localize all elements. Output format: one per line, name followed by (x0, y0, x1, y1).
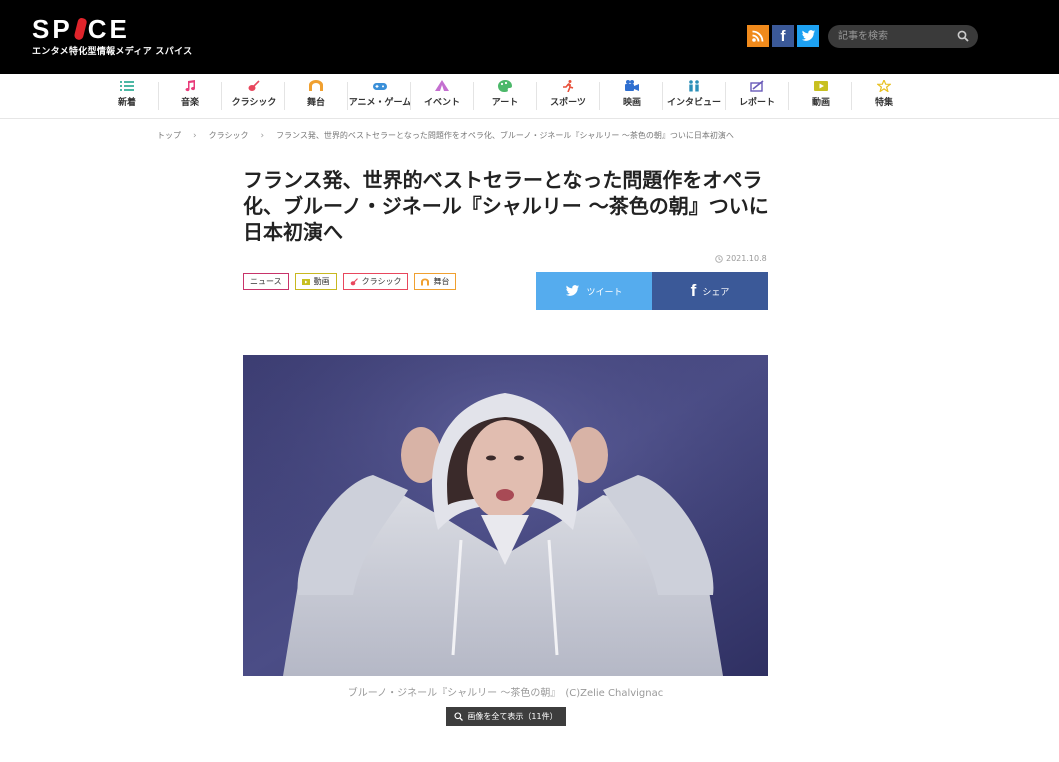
tag-label: ニュース (250, 277, 282, 286)
search-icon[interactable] (957, 30, 969, 42)
nav-event[interactable]: イベント (422, 80, 462, 112)
search-box (828, 25, 978, 48)
nav-report[interactable]: レポート (737, 80, 777, 112)
music-note-icon (185, 80, 196, 92)
logo-tagline: エンタメ特化型情報メディア スパイス (32, 47, 193, 57)
report-icon (750, 80, 764, 92)
article-title: フランス発、世界的ベストセラーとなった問題作をオペラ化、ブルーノ・ジネール『シャ… (243, 168, 769, 244)
tag-label: 舞台 (433, 277, 450, 286)
tweet-label: ツイート (586, 287, 623, 298)
chevron-right-icon: › (260, 130, 265, 141)
tag-list: ニュース 動画 クラシック 舞台 (243, 273, 457, 290)
nav-label: 音楽 (180, 98, 199, 108)
tweet-button[interactable]: ツイート (536, 272, 652, 310)
palette-icon (498, 80, 512, 92)
tag-stage[interactable]: 舞台 (414, 273, 457, 290)
star-icon (877, 80, 891, 92)
nav-label: アート (491, 98, 519, 108)
nav-movie[interactable]: 映画 (616, 80, 648, 112)
tag-label: クラシック (361, 277, 402, 286)
tag-video[interactable]: 動画 (294, 273, 337, 290)
tag-classic[interactable]: クラシック (342, 273, 409, 290)
twitter-icon (566, 285, 580, 296)
nav-label: 映画 (622, 98, 641, 108)
clock-icon (715, 254, 723, 263)
nav-label: 舞台 (306, 98, 325, 108)
interview-icon (689, 80, 699, 92)
breadcrumb-top[interactable]: トップ (157, 130, 181, 141)
twitter-icon[interactable] (797, 25, 819, 47)
search-input[interactable] (838, 28, 948, 45)
nav-new[interactable]: 新着 (111, 80, 143, 112)
nav-classic[interactable]: クラシック (229, 80, 279, 112)
facebook-icon[interactable]: f (772, 25, 794, 47)
tent-icon (435, 80, 449, 91)
site-header: SP CE エンタメ特化型情報メディア スパイス f (0, 0, 1059, 74)
list-icon (120, 81, 134, 91)
video-icon (814, 81, 828, 91)
nav-label: クラシック (231, 98, 277, 108)
video-icon (301, 278, 310, 285)
view-all-label: 画像を全て表示（11件） (467, 712, 558, 721)
tag-news[interactable]: ニュース (243, 273, 289, 290)
stage-icon (309, 80, 323, 91)
nav-stage[interactable]: 舞台 (300, 80, 332, 112)
breadcrumb-classic[interactable]: クラシック (209, 130, 249, 141)
nav-art[interactable]: アート (489, 80, 521, 112)
breadcrumb-current: フランス発、世界的ベストセラーとなった問題作をオペラ化、ブルーノ・ジネール『シャ… (276, 131, 734, 140)
view-all-images-button[interactable]: 画像を全て表示（11件） (446, 707, 566, 726)
nav-feature[interactable]: 特集 (868, 80, 900, 112)
spice-logo[interactable]: SP CE エンタメ特化型情報メディア スパイス (32, 16, 192, 57)
chili-pepper-icon (73, 17, 88, 41)
nav-label: 特集 (874, 98, 893, 108)
share-label: シェア (702, 287, 730, 298)
nav-label: レポート (738, 98, 775, 108)
magnifier-icon (454, 712, 464, 721)
category-nav: 新着 音楽 クラシック 舞台 アニメ・ゲーム イベント アート スポーツ 映画 (0, 74, 1059, 119)
gamepad-icon (373, 83, 387, 90)
image-caption: ブルーノ・ジネール『シャルリー 〜茶色の朝』 (C)Zelie Chalvign… (347, 688, 664, 699)
breadcrumb: トップ › クラシック › フランス発、世界的ベストセラーとなった問題作をオペラ… (157, 130, 734, 141)
nav-video[interactable]: 動画 (805, 80, 837, 112)
nav-label: 動画 (811, 98, 830, 108)
stage-icon (421, 278, 430, 285)
article-main-image[interactable] (243, 355, 768, 676)
date-text: 2021.10.8 (726, 254, 767, 263)
rss-icon[interactable] (747, 25, 769, 47)
facebook-share-button[interactable]: f シェア (652, 272, 768, 310)
nav-music[interactable]: 音楽 (174, 80, 206, 112)
nav-anime-game[interactable]: アニメ・ゲーム (348, 80, 412, 112)
nav-label: インタビュー (666, 98, 721, 108)
logo-letters-sp: SP (32, 14, 73, 44)
nav-interview[interactable]: インタビュー (666, 80, 722, 112)
nav-sports[interactable]: スポーツ (548, 80, 588, 112)
publish-date: 2021.10.8 (715, 254, 767, 263)
tag-label: 動画 (313, 277, 330, 286)
camera-icon (625, 80, 639, 91)
violin-icon (350, 277, 358, 285)
violin-icon (248, 80, 260, 91)
nav-label: 新着 (117, 98, 136, 108)
facebook-icon: f (690, 281, 697, 300)
nav-label: イベント (423, 98, 460, 108)
chevron-right-icon: › (193, 130, 197, 141)
nav-label: スポーツ (550, 98, 586, 108)
logo-letters-ce: CE (87, 14, 130, 44)
runner-icon (563, 80, 574, 92)
nav-label: アニメ・ゲーム (348, 98, 412, 108)
